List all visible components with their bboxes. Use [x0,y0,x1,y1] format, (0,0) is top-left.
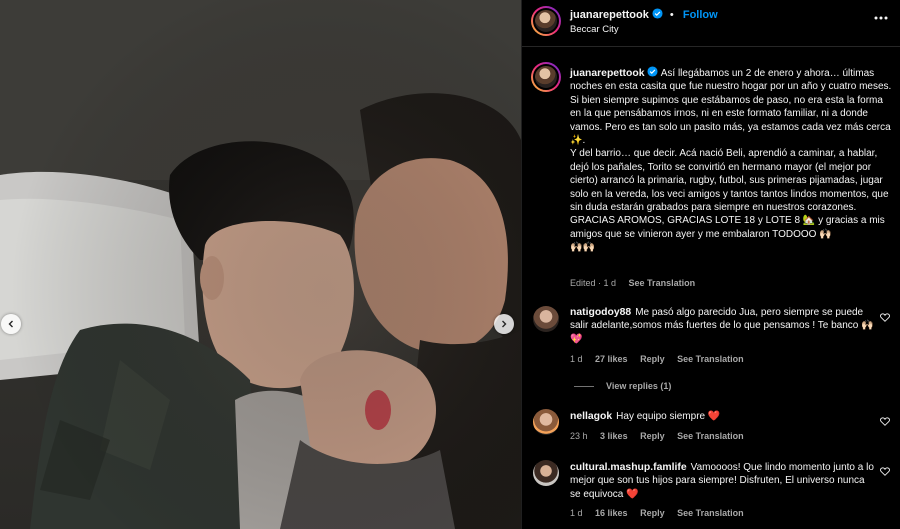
author-username[interactable]: juanarepettook [570,9,649,21]
reply-button[interactable]: Reply [640,431,665,441]
commenter-username[interactable]: nellagok [570,411,612,422]
post-caption: juanarepettook Así llegábamos un 2 de en… [570,66,896,255]
commenter-avatar[interactable] [533,409,559,435]
comment-meta: 23 h 3 likes Reply See Translation [570,431,754,441]
previous-photo-button[interactable] [1,314,21,334]
commenter-username[interactable]: natigodoy88 [570,307,631,318]
caption-meta: Edited · 1 d See Translation [570,278,705,288]
caption-text: Así llegábamos un 2 de enero y ahora… úl… [570,68,892,254]
reply-button[interactable]: Reply [640,354,665,364]
see-translation-link[interactable]: See Translation [629,278,696,288]
author-line: juanarepettook • Follow [570,8,718,21]
comment-body: nellagok Hay equipo siempre ❤️ [570,410,875,423]
comment-likes[interactable]: 27 likes [595,354,628,364]
chevron-left-icon [8,320,13,328]
heart-icon[interactable] [880,313,890,322]
heart-icon[interactable] [880,467,890,476]
comment-time: 23 h [570,431,588,441]
comment-likes[interactable]: 3 likes [600,431,628,441]
verified-badge-icon [652,8,663,19]
replies-divider [574,386,594,388]
edited-time: Edited · 1 d [570,278,617,288]
comment-meta: 1 d 27 likes Reply See Translation [570,354,754,364]
post-image [0,0,521,529]
post-sidebar: juanarepettook • Follow Beccar City juan… [521,0,900,529]
comment-time: 1 d [570,508,583,518]
post-location[interactable]: Beccar City [570,24,619,35]
comment-text: Hay equipo siempre ❤️ [616,411,721,422]
post-header: juanarepettook • Follow Beccar City [522,0,900,47]
comment-meta: 1 d 16 likes Reply See Translation [570,508,754,518]
commenter-avatar[interactable] [533,306,559,332]
see-translation-link[interactable]: See Translation [677,431,744,441]
comment-body: cultural.mashup.famlife Vamoooos! Que lin… [570,461,875,501]
more-options-icon[interactable] [874,16,888,20]
chevron-right-icon [502,320,507,328]
reply-button[interactable]: Reply [640,508,665,518]
caption-username[interactable]: juanarepettook [570,68,644,79]
view-replies-button[interactable]: View replies (1) [574,381,671,391]
comment-time: 1 d [570,354,583,364]
author-avatar[interactable] [531,6,561,36]
commenter-username[interactable]: cultural.mashup.famlife [570,462,687,473]
comment-likes[interactable]: 16 likes [595,508,628,518]
verified-badge-icon [647,66,659,77]
follow-button[interactable]: Follow [683,9,718,21]
see-translation-link[interactable]: See Translation [677,354,744,364]
post-photo [0,0,521,529]
caption-author-avatar[interactable] [531,62,561,92]
separator-dot: • [669,9,674,21]
commenter-avatar[interactable] [533,460,559,486]
view-replies-label: View replies (1) [606,381,672,391]
next-photo-button[interactable] [494,314,514,334]
heart-icon[interactable] [880,417,890,426]
see-translation-link[interactable]: See Translation [677,508,744,518]
comment-body: natigodoy88 Me pasó algo parecido Jua, pe… [570,306,875,346]
